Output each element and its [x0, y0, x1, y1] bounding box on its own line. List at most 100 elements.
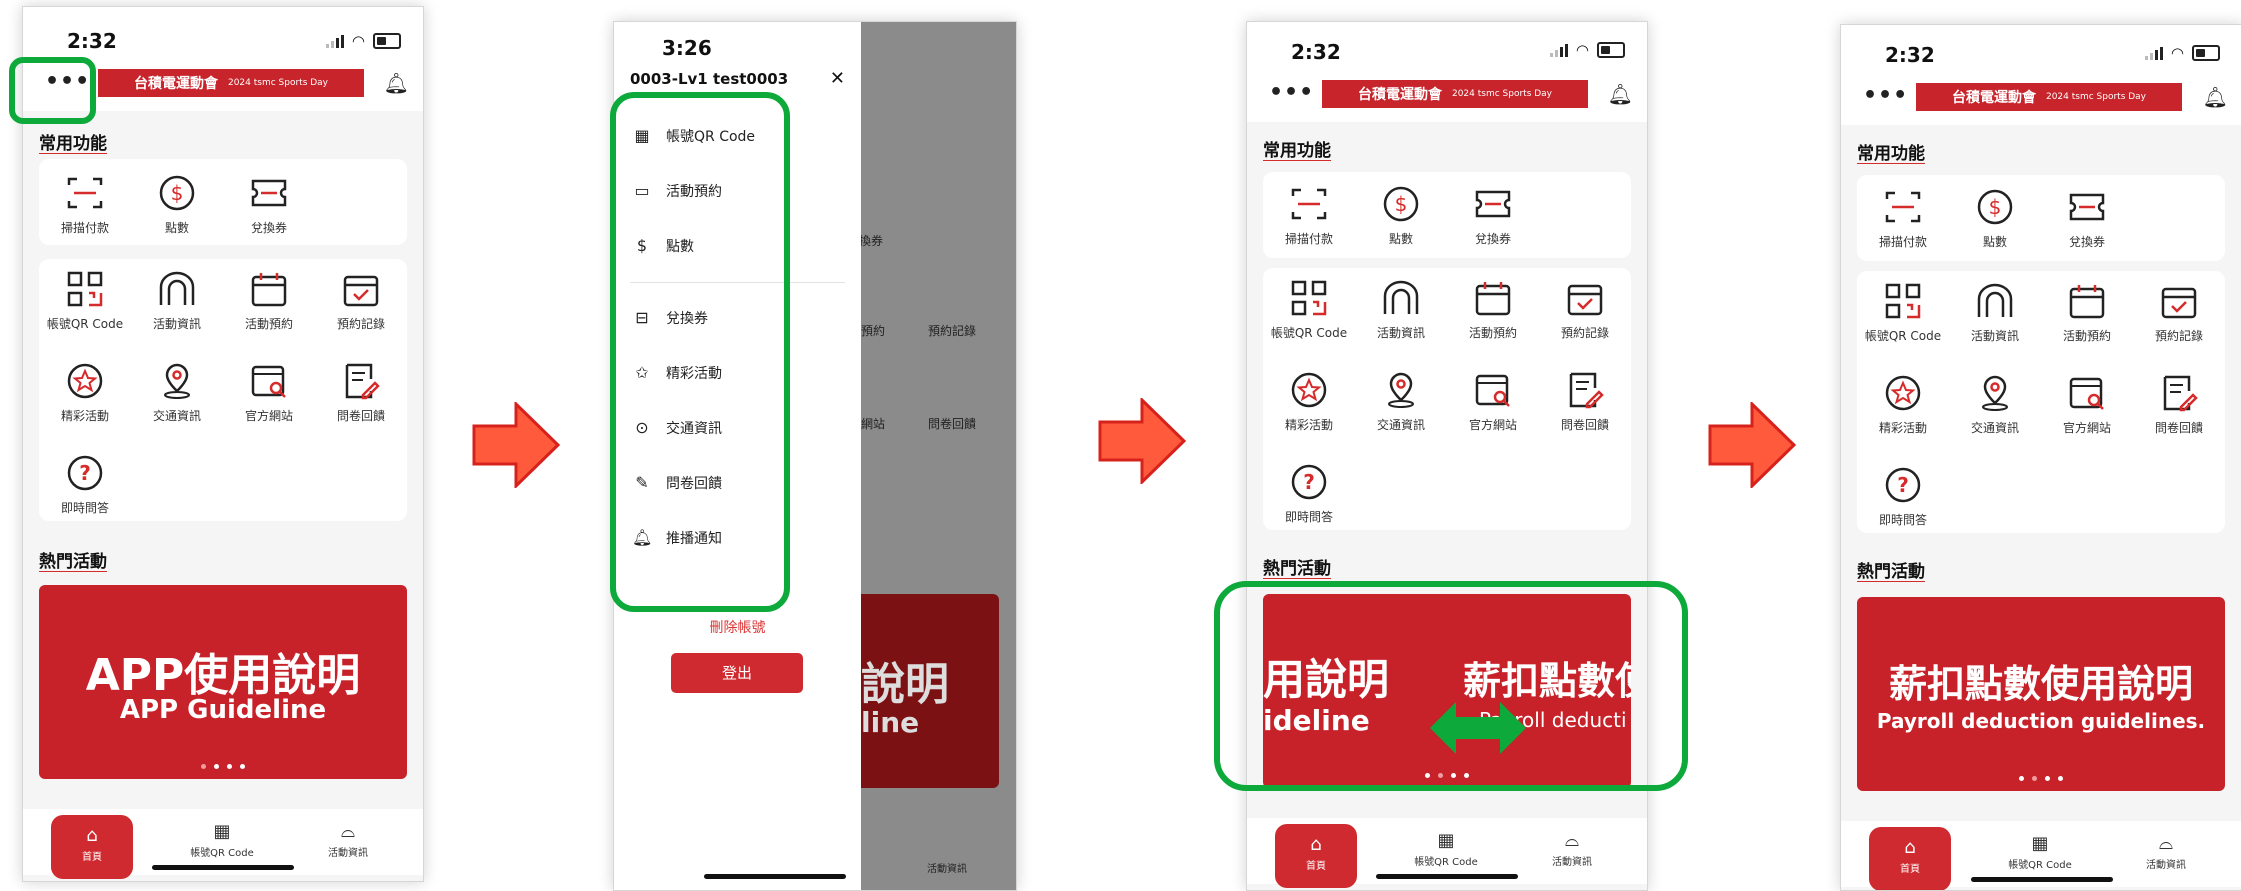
- tile-label: 帳號QR Code: [1864, 329, 1942, 343]
- qr-code-icon: [1883, 281, 1923, 321]
- tile-label: 點數: [1388, 232, 1413, 246]
- tile-qr-code[interactable]: 帳號QR Code: [1857, 281, 1949, 344]
- nav-qr-label: 帳號QR Code: [2008, 860, 2072, 871]
- logout-button[interactable]: 登出: [671, 653, 803, 693]
- tile-label: 交通資訊: [1376, 418, 1425, 432]
- tile-website[interactable]: 官方網站: [1447, 370, 1539, 433]
- tile-traffic[interactable]: 交通資訊: [1355, 370, 1447, 433]
- nav-home[interactable]: ⌂ 首頁: [1275, 824, 1357, 888]
- arrow-right-icon: [1098, 398, 1187, 484]
- svg-text:?: ?: [1303, 470, 1315, 494]
- nav-activity-label: 活動資訊: [328, 848, 368, 859]
- tile-activity-info[interactable]: 活動資訊: [1355, 278, 1447, 341]
- tile-voucher[interactable]: 兌換券: [1447, 184, 1539, 247]
- tile-label: 活動預約: [244, 317, 293, 331]
- tile-voucher[interactable]: 兌換券: [223, 173, 315, 236]
- calendar-check-icon: [2159, 281, 2199, 321]
- scan-icon: [65, 173, 105, 213]
- home-indicator: [152, 865, 294, 870]
- tile-highlights[interactable]: 精彩活動: [39, 361, 131, 424]
- section-common-title: 常用功能: [1263, 141, 1331, 161]
- promo-banner-payroll[interactable]: 薪扣點數使用說明 Payroll deduction guidelines.: [1857, 597, 2225, 791]
- arrow-right-icon: [1708, 402, 1797, 488]
- bell-icon[interactable]: 🔔︎: [2203, 85, 2228, 109]
- tile-survey[interactable]: 問卷回饋: [315, 361, 407, 424]
- nav-qr-code[interactable]: ▦ 帳號QR Code: [1985, 833, 2095, 871]
- tile-label: 活動資訊: [1376, 326, 1425, 340]
- tile-label: 官方網站: [2062, 421, 2111, 435]
- scan-icon: [1289, 184, 1329, 224]
- points-icon: $: [157, 173, 197, 213]
- svg-text:?: ?: [1897, 473, 1909, 497]
- tile-label: 問卷回饋: [336, 409, 385, 423]
- tile-reservation[interactable]: 活動預約: [2041, 281, 2133, 344]
- signal-icon: [1549, 43, 1568, 57]
- tile-points[interactable]: $ 點數: [131, 173, 223, 236]
- account-name: 0003-Lv1 test0003: [630, 70, 789, 88]
- tile-points[interactable]: $ 點數: [1355, 184, 1447, 247]
- tile-qr-code[interactable]: 帳號QR Code: [39, 269, 131, 332]
- voucher-icon: [249, 173, 289, 213]
- calendar-icon: [1473, 278, 1513, 318]
- logo-title: 台積電運動會: [1951, 90, 2036, 106]
- more-menu-icon[interactable]: •••: [1269, 80, 1314, 105]
- tile-traffic[interactable]: 交通資訊: [131, 361, 223, 424]
- tile-points[interactable]: $ 點數: [1949, 187, 2041, 250]
- tile-live-qa[interactable]: ? 即時問答: [1263, 462, 1355, 525]
- tile-label: 掃描付款: [60, 221, 109, 235]
- tile-activity-info[interactable]: 活動資訊: [131, 269, 223, 332]
- tile-scan-pay[interactable]: 掃描付款: [1263, 184, 1355, 247]
- tile-live-qa[interactable]: ? 即時問答: [1857, 465, 1949, 528]
- promo-title: 薪扣點數使用說明: [1888, 662, 2193, 706]
- tile-reservation[interactable]: 活動預約: [223, 269, 315, 332]
- tile-survey[interactable]: 問卷回饋: [1539, 370, 1631, 433]
- nav-home[interactable]: ⌂ 首頁: [1869, 827, 1951, 890]
- tile-qr-code[interactable]: 帳號QR Code: [1263, 278, 1355, 341]
- nav-activity[interactable]: ⌓ 活動資訊: [1517, 830, 1627, 868]
- home-icon: ⌂: [1310, 834, 1322, 855]
- nav-qr-code[interactable]: ▦ 帳號QR Code: [167, 821, 277, 859]
- more-menu-icon[interactable]: •••: [1863, 83, 1908, 108]
- nav-home[interactable]: ⌂ 首頁: [51, 815, 133, 879]
- tile-reservation-record[interactable]: 預約記錄: [1539, 278, 1631, 341]
- bg-site: 網站: [861, 417, 886, 431]
- tile-highlights[interactable]: 精彩活動: [1857, 373, 1949, 436]
- tile-label: 精彩活動: [1284, 418, 1333, 432]
- logo-title: 台積電運動會: [1357, 87, 1442, 103]
- tile-label: 預約記錄: [336, 317, 385, 331]
- tile-scan-pay[interactable]: 掃描付款: [39, 173, 131, 236]
- nav-qr-code[interactable]: ▦ 帳號QR Code: [1391, 830, 1501, 868]
- bell-icon[interactable]: 🔔︎: [384, 71, 409, 95]
- tile-scan-pay[interactable]: 掃描付款: [1857, 187, 1949, 250]
- activity-info-icon: [157, 269, 197, 309]
- dimmed-background[interactable]: 換券 預約 預約記錄 網站 問卷回饋 說明 line 活動資訊: [859, 22, 1016, 890]
- close-icon[interactable]: ✕: [830, 68, 845, 89]
- status-time: 2:32: [1291, 40, 1341, 64]
- status-bar: 2:32 ◠: [23, 7, 423, 63]
- tile-survey[interactable]: 問卷回饋: [2133, 373, 2225, 436]
- bell-icon[interactable]: 🔔︎: [1608, 82, 1633, 106]
- tile-live-qa[interactable]: ? 即時問答: [39, 453, 131, 516]
- tile-activity-info[interactable]: 活動資訊: [1949, 281, 2041, 344]
- promo-title: APP使用說明: [85, 650, 361, 701]
- nav-activity[interactable]: ⌓ 活動資訊: [2111, 833, 2221, 871]
- tile-website[interactable]: 官方網站: [223, 361, 315, 424]
- calendar-check-icon: [341, 269, 381, 309]
- tile-reservation-record[interactable]: 預約記錄: [2133, 281, 2225, 344]
- tile-website[interactable]: 官方網站: [2041, 373, 2133, 436]
- nav-activity[interactable]: ⌓ 活動資訊: [293, 821, 403, 859]
- qr-code-icon: [65, 269, 105, 309]
- tile-traffic[interactable]: 交通資訊: [1949, 373, 2041, 436]
- home-indicator: [1376, 874, 1518, 879]
- points-icon: $: [1975, 187, 2015, 227]
- question-icon: ?: [1289, 462, 1329, 502]
- delete-account-link[interactable]: 刪除帳號: [614, 617, 861, 637]
- features-card: 帳號QR Code 活動資訊 活動預約 預約記錄 精彩活動 交通資訊 官方網站: [1857, 271, 2225, 533]
- tile-voucher[interactable]: 兌換券: [2041, 187, 2133, 250]
- promo-banner-app-guide[interactable]: APP使用說明 APP Guideline: [39, 585, 407, 779]
- tile-reservation[interactable]: 活動預約: [1447, 278, 1539, 341]
- tile-reservation-record[interactable]: 預約記錄: [315, 269, 407, 332]
- calendar-check-icon: [1565, 278, 1605, 318]
- tile-highlights[interactable]: 精彩活動: [1263, 370, 1355, 433]
- question-icon: ?: [65, 453, 105, 493]
